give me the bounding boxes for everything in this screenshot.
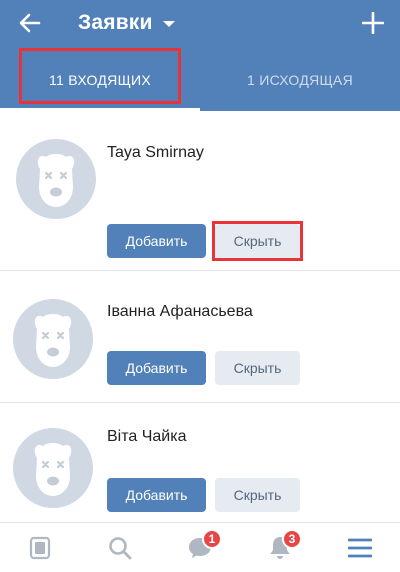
tab-outgoing[interactable]: 1 ИСХОДЯЩАЯ [200,48,400,111]
list-item: Віта Чайка Добавить Скрыть [0,404,400,532]
avatar [13,299,93,379]
user-name[interactable]: Іванна Афанасьева [107,303,253,321]
back-button[interactable] [14,8,46,38]
list-item: Іванна Афанасьева Добавить Скрыть [0,273,400,403]
hide-request-button[interactable]: Скрыть [215,478,300,512]
plus-icon [362,12,384,34]
chevron-down-icon [162,21,175,27]
menu-icon [348,538,372,558]
list-item: Taya Smirnay Добавить Скрыть [0,111,400,271]
nav-messages[interactable]: 1 [160,523,240,572]
title-dropdown[interactable]: Заявки [78,8,175,38]
avatar [13,428,93,508]
add-friend-button[interactable]: Добавить [107,224,206,258]
search-icon [109,537,132,560]
add-friend-button[interactable]: Добавить [107,478,206,512]
deactivated-dog-icon [34,314,72,367]
top-bar: Заявки [0,0,400,48]
tab-bar: 11 ВХОДЯЩИХ 1 ИСХОДЯЩАЯ [0,48,400,111]
hide-request-button[interactable]: Скрыть [215,224,300,258]
nav-menu[interactable] [320,523,400,572]
bottom-nav: 1 3 [0,522,400,572]
avatar [16,139,96,219]
tab-incoming-label: 11 ВХОДЯЩИХ [48,71,152,88]
add-friend-button[interactable]: Добавить [107,351,206,385]
user-name[interactable]: Taya Smirnay [107,144,204,162]
tab-outgoing-label: 1 ИСХОДЯЩАЯ [247,71,353,88]
nav-news[interactable] [0,523,80,572]
page-title: Заявки [78,11,153,34]
nav-notifications[interactable]: 3 [240,523,320,572]
user-name[interactable]: Віта Чайка [107,428,186,446]
deactivated-dog-icon [34,443,72,496]
hide-request-button[interactable]: Скрыть [215,351,300,385]
messages-badge: 1 [202,529,222,549]
tab-incoming[interactable]: 11 ВХОДЯЩИХ [0,48,200,111]
news-icon [29,536,51,560]
nav-search[interactable] [80,523,160,572]
deactivated-dog-icon [37,154,75,207]
arrow-left-icon [19,13,41,33]
notifications-badge: 3 [282,529,302,549]
app-header: Заявки 11 ВХОДЯЩИХ 1 ИСХОДЯЩАЯ [0,0,400,111]
add-button[interactable] [358,8,388,38]
